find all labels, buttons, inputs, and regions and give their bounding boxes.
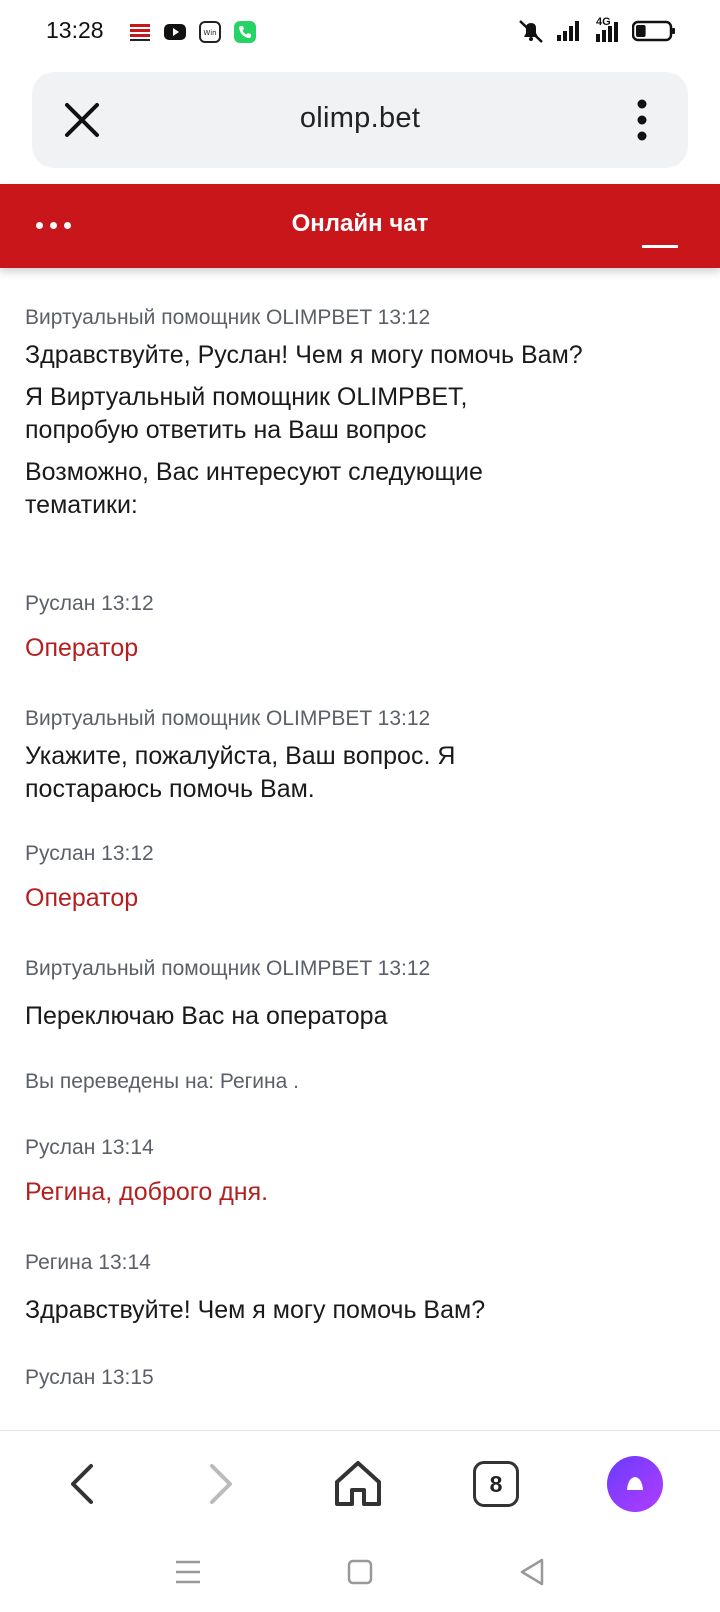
- system-navigation-bar: [0, 1530, 720, 1612]
- bank-app-icon: [130, 24, 150, 41]
- message-meta: Виртуальный помощник OLIMPBET 13:12: [25, 957, 431, 980]
- win-app-icon: Win: [199, 21, 221, 43]
- back-triangle-icon[interactable]: [512, 1552, 552, 1592]
- status-bar: 13:28 Win 4G: [0, 0, 720, 66]
- home-button[interactable]: [330, 1456, 386, 1512]
- minimize-icon: [642, 245, 678, 248]
- forward-button[interactable]: [192, 1456, 248, 1512]
- tabs-count: 8: [473, 1461, 519, 1507]
- message-text: Переключаю Вас на оператора: [25, 1002, 388, 1030]
- status-time: 13:28: [46, 17, 104, 43]
- transfer-notice: Вы переведены на: Регина .: [25, 1070, 299, 1093]
- message-meta: Руслан 13:12: [25, 842, 154, 865]
- recents-menu-icon[interactable]: [168, 1552, 208, 1592]
- bot-message: Виртуальный помощник OLIMPBET 13:12 Укаж…: [25, 705, 625, 806]
- message-text: Укажите, пожалуйста, Ваш вопрос. Я поста…: [25, 742, 456, 803]
- alice-icon: [607, 1456, 663, 1512]
- home-square-icon[interactable]: [340, 1552, 380, 1592]
- message-meta: Виртуальный помощник OLIMPBET 13:12: [25, 306, 431, 329]
- message-meta: Руслан 13:12: [25, 592, 154, 615]
- back-button[interactable]: [55, 1456, 111, 1512]
- message-text: Оператор: [25, 884, 139, 912]
- chat-messages[interactable]: Виртуальный помощник OLIMPBET 13:12 Здра…: [25, 268, 645, 1428]
- phone-app-icon: [234, 21, 256, 43]
- message-text: Здравствуйте! Чем я могу помочь Вам?: [25, 1296, 486, 1324]
- network-4g-icon: 4G: [592, 16, 622, 44]
- message-meta: Руслан 13:14: [25, 1136, 154, 1159]
- system-message: Вы переведены на: Регина .: [25, 1068, 625, 1096]
- bot-message: Виртуальный помощник OLIMPBET 13:12 Пере…: [25, 955, 625, 1033]
- alice-assistant-button[interactable]: [607, 1456, 663, 1512]
- minimize-chat-button[interactable]: [640, 218, 680, 248]
- svg-text:Win: Win: [203, 29, 216, 37]
- user-message: Руслан 13:14 Регина, доброго дня.: [25, 1134, 625, 1209]
- youtube-icon: [164, 24, 186, 40]
- url-text[interactable]: olimp.bet: [32, 102, 688, 135]
- user-message: Руслан 13:12 Оператор: [25, 840, 625, 915]
- tabs-button[interactable]: 8: [468, 1456, 524, 1512]
- silent-bell-icon: [519, 20, 543, 43]
- signal-icon: [557, 21, 579, 41]
- chevron-left-icon: [71, 1464, 93, 1504]
- browser-address-bar: olimp.bet: [32, 72, 688, 168]
- message-text: Регина, доброго дня.: [25, 1178, 269, 1206]
- home-icon: [335, 1461, 381, 1506]
- message-text: Я Виртуальный помощник OLIMPBET, попробу…: [25, 383, 468, 444]
- message-meta: Виртуальный помощник OLIMPBET 13:12: [25, 707, 431, 730]
- battery-icon: [632, 20, 675, 42]
- chevron-right-icon: [210, 1464, 232, 1504]
- message-meta: Регина 13:14: [25, 1251, 151, 1274]
- notification-icons: Win: [128, 20, 257, 44]
- user-message: Руслан 13:12 Оператор: [25, 590, 625, 665]
- more-vert-icon[interactable]: [626, 96, 658, 144]
- message-text: Оператор: [25, 634, 139, 662]
- message-text: Возможно, Вас интересуют следующие темат…: [25, 458, 483, 519]
- system-status-icons: 4G: [516, 16, 676, 44]
- bot-message: Виртуальный помощник OLIMPBET 13:12 Здра…: [25, 304, 625, 522]
- chat-header: Онлайн чат: [0, 184, 720, 268]
- operator-message: Регина 13:14 Здравствуйте! Чем я могу по…: [25, 1249, 625, 1327]
- user-message: Руслан 13:15: [25, 1364, 625, 1392]
- message-text: Здравствуйте, Руслан! Чем я могу помочь …: [25, 341, 583, 369]
- browser-bottom-nav: 8: [0, 1430, 720, 1530]
- chat-title: Онлайн чат: [291, 210, 429, 237]
- message-meta: Руслан 13:15: [25, 1366, 154, 1389]
